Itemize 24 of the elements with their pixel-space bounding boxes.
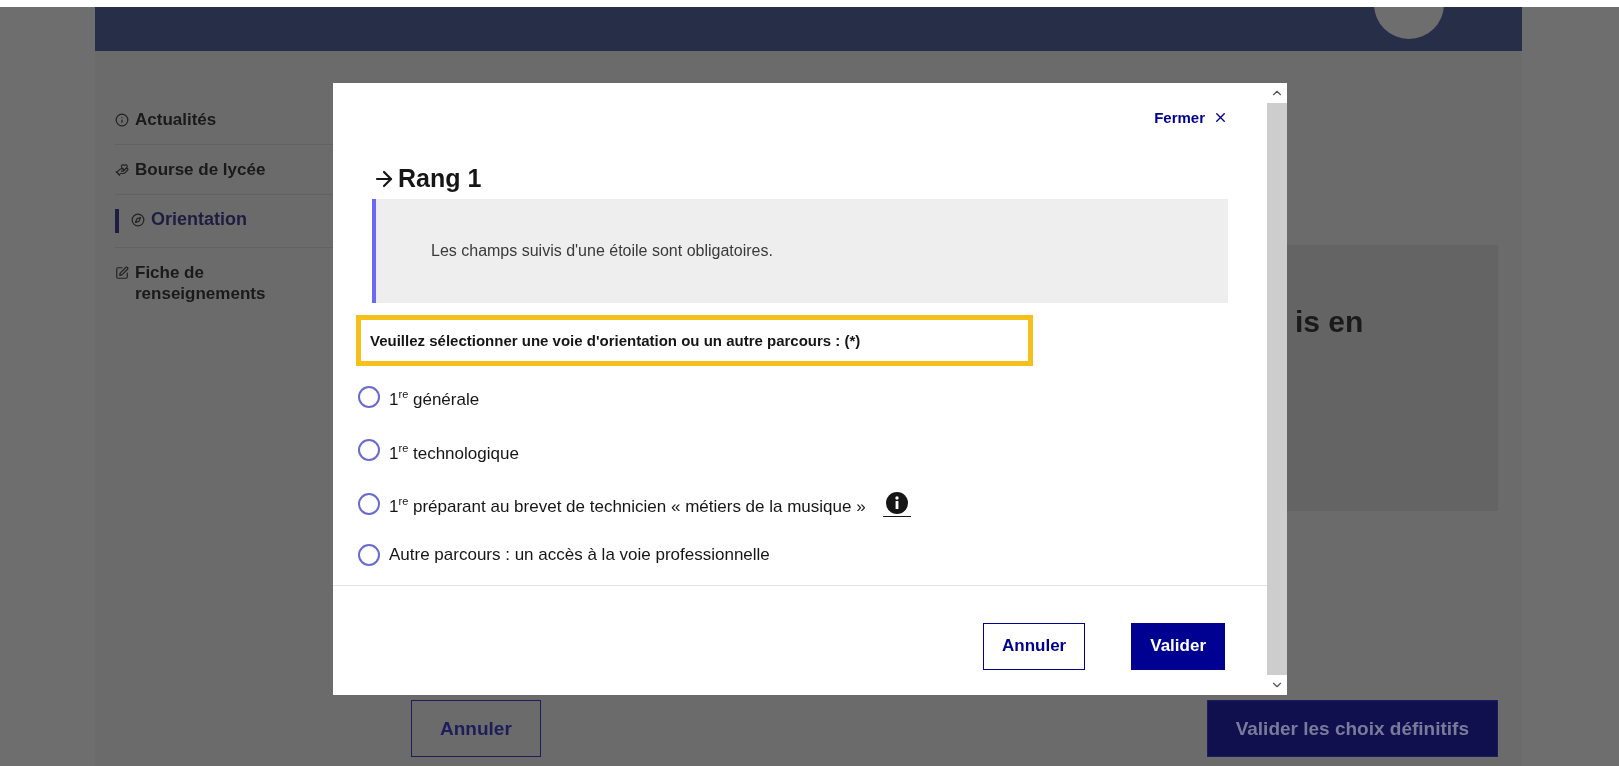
hand-icon	[115, 163, 129, 177]
sidebar-item[interactable]: Fiche de renseignements	[115, 248, 341, 318]
modal-title: Rang 1	[398, 164, 482, 193]
option-label: Autre parcours : un accès à la voie professionnelle	[389, 543, 770, 566]
option-label: 1$^{re}$ générale	[389, 387, 480, 411]
close-icon	[1213, 110, 1228, 125]
radio-button[interactable]	[358, 439, 380, 462]
info-icon	[115, 113, 129, 127]
cancel-button[interactable]: Annuler	[411, 700, 541, 757]
cancel-button[interactable]: Annuler	[983, 622, 1086, 670]
info-button[interactable]	[882, 491, 911, 517]
validate-button[interactable]: Valider	[1131, 622, 1225, 670]
confirm-button[interactable]: Valider les choix définitifs	[1206, 700, 1498, 757]
card-heading: is en	[1295, 305, 1364, 338]
radio-button[interactable]	[358, 493, 380, 516]
radio-button[interactable]	[358, 385, 380, 408]
close-button[interactable]: Fermer	[1154, 109, 1228, 126]
edit-icon	[115, 266, 129, 280]
option-label: 1$^{re}$ technologique	[389, 440, 519, 465]
question-label: Veuillez sélectionner une voie d'orientation ou un autre parcours : (*)	[356, 315, 1033, 366]
notice-text: Les champs suivis d'une étoile sont obligatoires.	[431, 242, 773, 260]
compass-icon	[131, 213, 145, 227]
option-label: 1$^{re}$ préparant au brevet de technicien « métiers de la musique »	[389, 494, 866, 518]
radio-button[interactable]	[358, 543, 380, 566]
